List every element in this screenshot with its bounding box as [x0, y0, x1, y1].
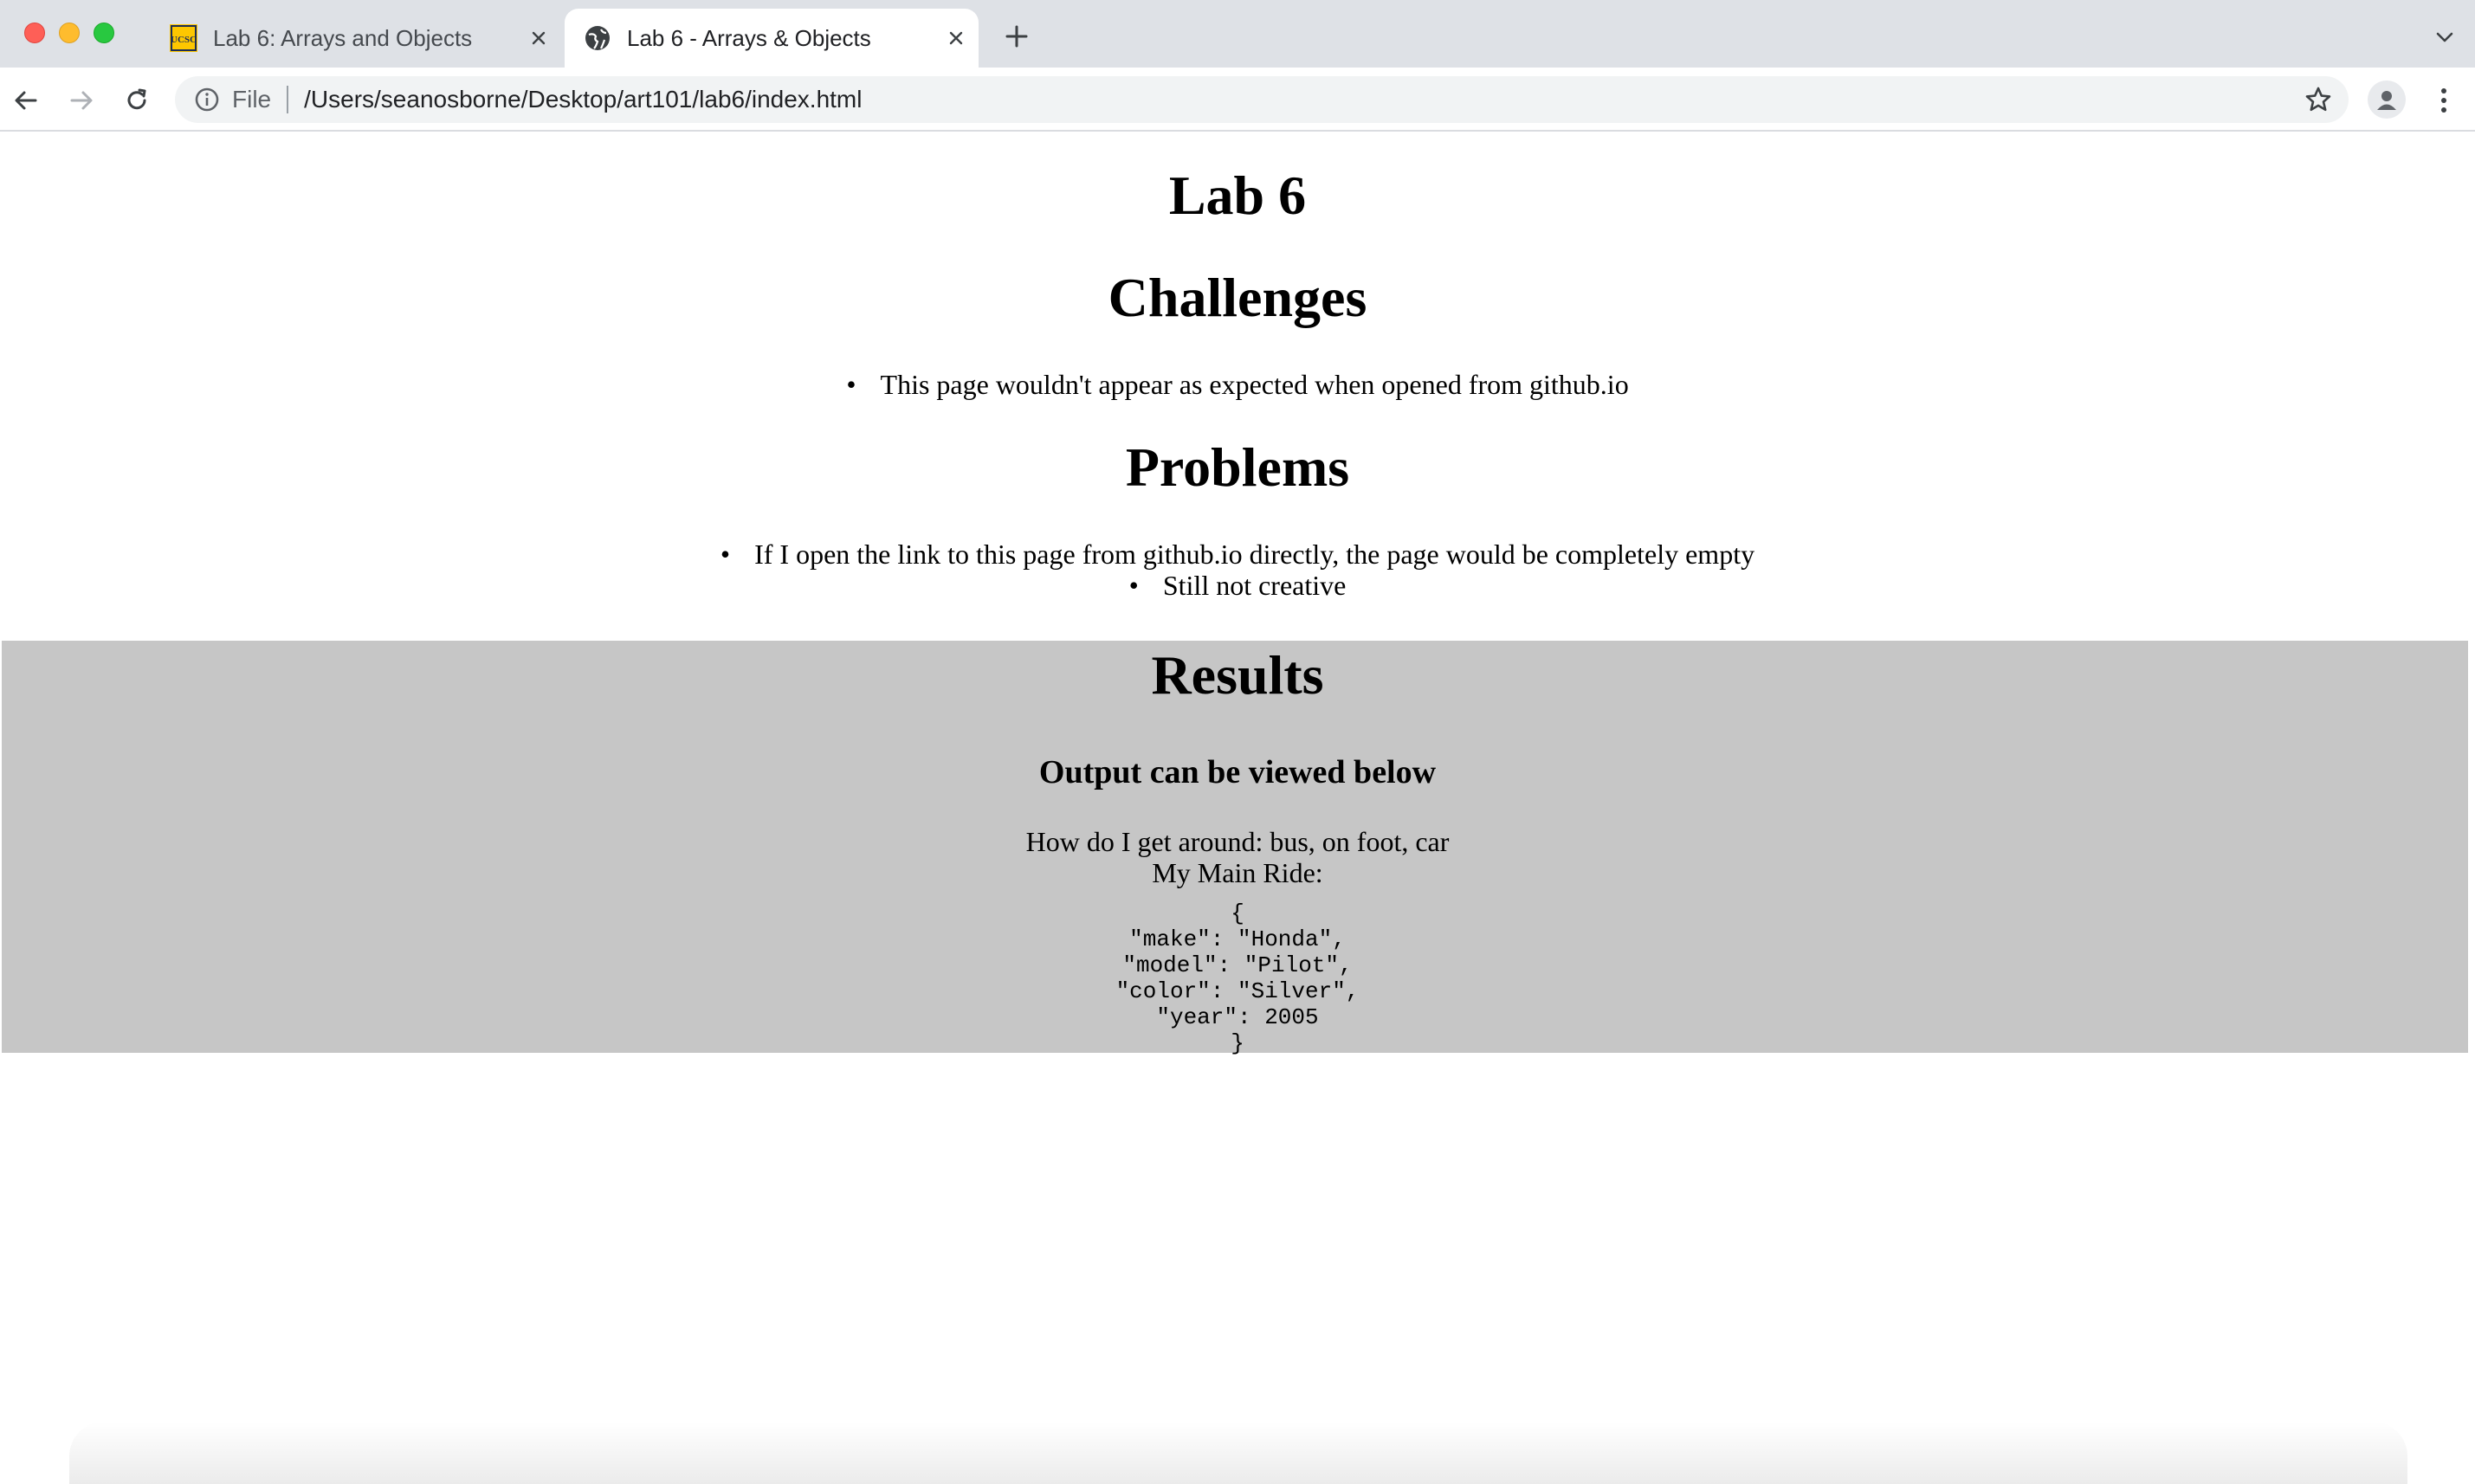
close-tab-icon[interactable] — [525, 24, 553, 52]
address-bar[interactable]: File /Users/seanosborne/Desktop/art101/l… — [175, 76, 2349, 123]
challenges-list: • This page wouldn't appear as expected w… — [0, 369, 2475, 400]
list-item-text: This page wouldn't appear as expected wh… — [880, 369, 1629, 400]
get-around-output: How do I get around: bus, on foot, car — [1025, 826, 1450, 857]
reload-icon[interactable] — [118, 81, 156, 119]
tab-strip: UCSC Lab 6: Arrays and Objects Lab 6 - A… — [0, 0, 2475, 68]
browser-toolbar: File /Users/seanosborne/Desktop/art101/l… — [0, 68, 2475, 132]
main-ride-json-output: { "make": "Honda", "model": "Pilot", "co… — [1115, 900, 1360, 1056]
close-tab-icon[interactable] — [942, 24, 970, 52]
minimize-window-button[interactable] — [59, 23, 80, 43]
profile-icon[interactable] — [2368, 81, 2406, 119]
forward-icon[interactable] — [62, 81, 100, 119]
back-icon[interactable] — [7, 81, 45, 119]
tab-lab6-arrays-and-objects[interactable]: UCSC Lab 6: Arrays and Objects — [159, 9, 561, 68]
url-text[interactable]: /Users/seanosborne/Desktop/art101/lab6/i… — [304, 86, 862, 113]
url-scheme-label: File — [232, 86, 272, 113]
tab-title: Lab 6 - Arrays & Objects — [627, 24, 871, 51]
new-tab-icon[interactable] — [1001, 21, 1032, 52]
main-ride-label: My Main Ride: — [1152, 857, 1323, 888]
tab-title: Lab 6: Arrays and Objects — [213, 24, 473, 51]
close-window-button[interactable] — [24, 23, 45, 43]
list-item-text: If I open the link to this page from git… — [754, 539, 1755, 570]
info-icon[interactable] — [192, 85, 222, 114]
menu-icon[interactable] — [2427, 81, 2461, 119]
maximize-window-button[interactable] — [94, 23, 114, 43]
window-bottom-shadow — [69, 1422, 2407, 1484]
page-content: Lab 6 Challenges • This page wouldn't app… — [0, 132, 2475, 1484]
list-item: • Still not creative — [1128, 570, 1347, 601]
problems-list: • If I open the link to this page from gi… — [0, 539, 2475, 601]
ucsc-logo-text: UCSC — [171, 35, 197, 45]
results-heading: Results — [1151, 644, 1324, 706]
ucsc-logo-icon: UCSC — [170, 24, 197, 52]
tab-search-icon[interactable] — [2430, 23, 2459, 52]
globe-icon — [585, 26, 610, 50]
results-subheading: Output can be viewed below — [1038, 754, 1437, 790]
tab-lab6-arrays-objects[interactable]: Lab 6 - Arrays & Objects — [565, 9, 979, 68]
problems-heading: Problems — [1125, 436, 1350, 498]
list-item-text: Still not creative — [1162, 570, 1347, 601]
list-item: • If I open the link to this page from gi… — [720, 539, 1755, 570]
star-icon[interactable] — [2304, 85, 2333, 114]
list-item: • This page wouldn't appear as expected w… — [846, 369, 1629, 400]
page-title: Lab 6 — [1168, 165, 1307, 226]
omnibox-divider — [287, 86, 289, 113]
results-section: Results Output can be viewed below How d… — [2, 641, 2468, 1056]
challenges-heading: Challenges — [1108, 267, 1367, 328]
